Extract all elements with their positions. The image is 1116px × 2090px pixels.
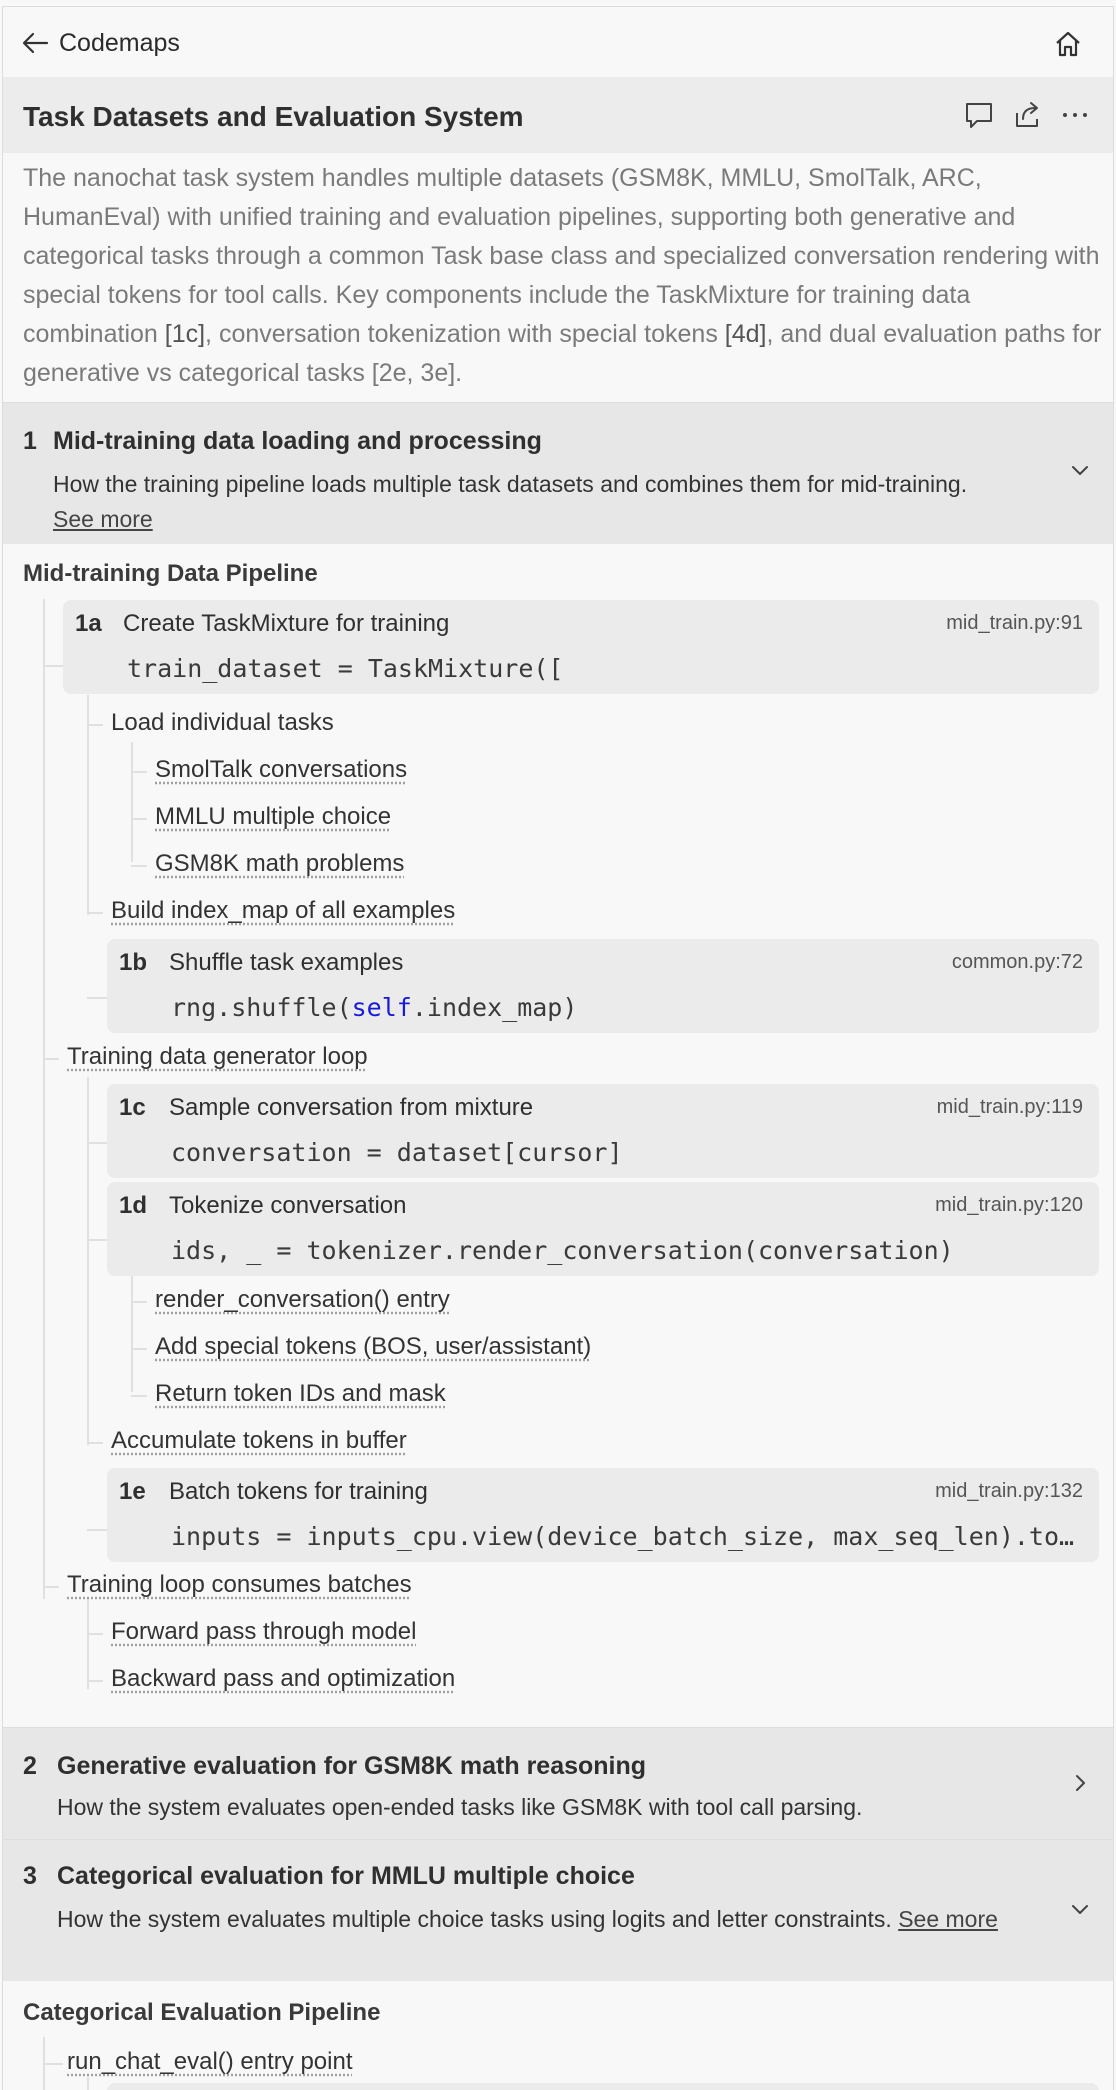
share-icon[interactable] [1011,99,1043,131]
code-part: .index_map) [411,993,578,1022]
step-id: 1b [119,949,148,976]
section-title: Mid-training data loading and processing [53,427,542,455]
section-description: How the system evaluates open-ended task… [57,1790,1007,1825]
tree-node-gsm8k[interactable]: GSM8K math problems [155,850,404,878]
step-card-1b[interactable]: 1b Shuffle task examples common.py:72 rn… [107,939,1099,1033]
code-snippet: train_dataset = TaskMixture([ [127,654,564,683]
back-label[interactable]: Codemaps [59,29,180,58]
codemap-summary: The nanochat task system handles multipl… [23,159,1103,393]
step-card-1a[interactable]: 1a Create TaskMixture for training mid_t… [63,600,1099,694]
tree-node-forward-pass[interactable]: Forward pass through model [111,1618,416,1646]
section-title: Generative evaluation for GSM8K math rea… [57,1752,647,1780]
section-number: 3 [23,1862,37,1890]
summary-ref-4d[interactable]: [4d] [725,320,767,348]
pipeline-title: Categorical Evaluation Pipeline [23,1999,381,2026]
code-keyword: self [351,993,412,1022]
back-arrow-icon[interactable] [21,32,49,54]
code-part: rng.shuffle( [171,993,352,1022]
section-1-header[interactable]: 1 Mid-training data loading and processi… [3,402,1113,544]
see-more-link[interactable]: See more [53,506,153,532]
section-description: How the system evaluates multiple choice… [57,1902,1047,1937]
more-options-icon[interactable] [1059,99,1091,131]
step-title: Shuffle task examples [169,949,404,976]
codemap-header: Task Datasets and Evaluation System [3,77,1113,153]
section-description: How the training pipeline loads multiple… [53,467,1003,537]
section-2-header[interactable]: 2 Generative evaluation for GSM8K math r… [3,1727,1113,1839]
comment-icon[interactable] [963,99,995,131]
step-title: Batch tokens for training [169,1478,428,1505]
tree-node-run-chat-eval[interactable]: run_chat_eval() entry point [67,2048,353,2076]
chevron-right-icon[interactable] [1069,1772,1091,1794]
pipeline-title: Mid-training Data Pipeline [23,560,318,587]
chevron-down-icon[interactable] [1069,1898,1091,1920]
section-description-text: How the system evaluates multiple choice… [57,1906,892,1932]
step-card-partial[interactable] [107,2083,1099,2090]
section-title: Categorical evaluation for MMLU multiple… [57,1862,635,1890]
codemap-panel: Codemaps Task Datasets and Evaluation Sy… [2,6,1114,2090]
code-snippet: conversation = dataset[cursor] [171,1138,623,1167]
tree-node-index-map[interactable]: Build index_map of all examples [111,897,455,925]
step-card-1c[interactable]: 1c Sample conversation from mixture mid_… [107,1084,1099,1178]
code-snippet: ids, _ = tokenizer.render_conversation(c… [171,1236,954,1265]
tree-node-special-tokens[interactable]: Add special tokens (BOS, user/assistant) [155,1333,591,1361]
step-id: 1d [119,1192,148,1219]
top-bar: Codemaps [3,7,1113,77]
section-description-text: How the training pipeline loads multiple… [53,471,968,497]
home-icon[interactable] [1053,29,1083,59]
step-id: 1c [119,1094,146,1121]
code-snippet: rng.shuffle(self.index_map) [171,993,1081,1022]
file-location[interactable]: mid_train.py:120 [935,1194,1083,1217]
tree-node-generator-loop[interactable]: Training data generator loop [67,1043,368,1071]
code-snippet: inputs = inputs_cpu.view(device_batch_si… [171,1522,1081,1551]
file-location[interactable]: mid_train.py:132 [935,1480,1083,1503]
section-number: 1 [23,427,37,455]
step-card-1e[interactable]: 1e Batch tokens for training mid_train.p… [107,1468,1099,1562]
chevron-down-icon[interactable] [1069,459,1091,481]
tree-node-mmlu[interactable]: MMLU multiple choice [155,803,391,831]
tree-node-smoltalk[interactable]: SmolTalk conversations [155,756,407,784]
tree-node-accumulate[interactable]: Accumulate tokens in buffer [111,1427,407,1455]
section-description-text: How the system evaluates open-ended task… [57,1794,863,1820]
tree-node-consume-batches[interactable]: Training loop consumes batches [67,1571,412,1599]
tree-node-backward-pass[interactable]: Backward pass and optimization [111,1665,455,1693]
file-location[interactable]: mid_train.py:119 [937,1096,1083,1119]
step-title: Create TaskMixture for training [123,610,450,637]
step-card-1d[interactable]: 1d Tokenize conversation mid_train.py:12… [107,1182,1099,1276]
file-location[interactable]: common.py:72 [952,951,1083,974]
tree-node-load-tasks: Load individual tasks [111,709,334,736]
section-3-header[interactable]: 3 Categorical evaluation for MMLU multip… [3,1839,1113,1981]
tree-node-render-entry[interactable]: render_conversation() entry [155,1286,450,1314]
summary-ref-1c[interactable]: [1c] [165,320,205,348]
step-id: 1e [119,1478,146,1505]
step-title: Sample conversation from mixture [169,1094,534,1121]
step-id: 1a [75,610,102,637]
see-more-link[interactable]: See more [898,1906,998,1932]
codemap-title: Task Datasets and Evaluation System [23,101,524,132]
tree-node-return-ids[interactable]: Return token IDs and mask [155,1380,446,1408]
section-number: 2 [23,1752,37,1780]
file-location[interactable]: mid_train.py:91 [946,612,1083,635]
summary-text: , conversation tokenization with special… [205,320,725,348]
step-title: Tokenize conversation [169,1192,407,1219]
